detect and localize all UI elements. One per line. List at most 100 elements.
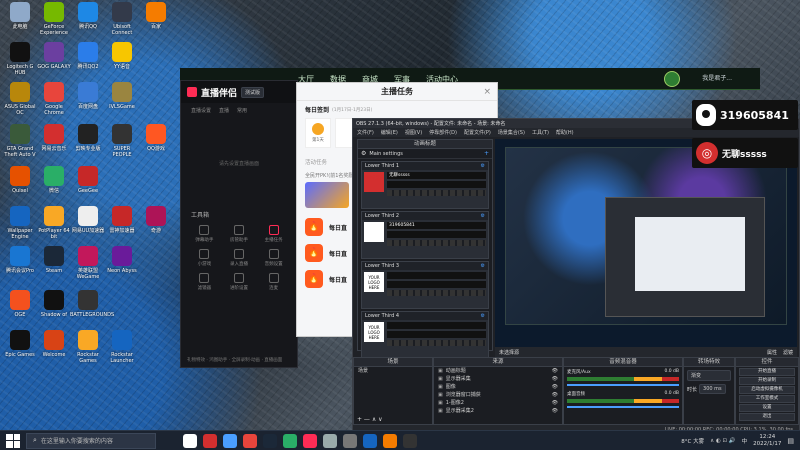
control-button[interactable]: 退出 <box>739 413 795 421</box>
desktop-icon[interactable]: 百家 <box>138 2 174 30</box>
desktop-icon[interactable]: 网易云音乐 <box>36 124 72 152</box>
volume-slider[interactable] <box>567 406 679 408</box>
input-language[interactable]: 中 <box>742 437 748 445</box>
duration-input[interactable]: 300 ms <box>699 384 726 394</box>
desktop-icon[interactable]: Welcome <box>36 330 72 358</box>
desktop-icon[interactable]: 英雄联盟WeGame <box>70 246 106 280</box>
source-item[interactable]: ▣ 动画标题 👁 <box>434 367 562 375</box>
tool-item[interactable]: 滤镜器 <box>187 273 222 291</box>
lower-third-controls[interactable] <box>387 340 486 346</box>
desktop-icon[interactable]: IVLSGame <box>104 82 140 110</box>
taskbar-app-icon[interactable] <box>283 433 297 448</box>
taskbar-app-icon[interactable] <box>263 433 277 448</box>
desktop-icon[interactable]: SUPER PEOPLE <box>104 124 140 158</box>
taskbar-app-icon[interactable] <box>363 433 377 448</box>
gear-icon[interactable]: ⚙ <box>481 313 485 319</box>
notification-icon[interactable]: ▤ <box>787 437 794 445</box>
desktop-icon[interactable]: Google Chrome <box>36 82 72 116</box>
tool-item[interactable]: 主播任务 <box>256 225 291 243</box>
weather[interactable]: 8°C 大雾 <box>681 437 704 445</box>
taskbar-app-icon[interactable] <box>323 433 337 448</box>
desktop-icon[interactable]: BATTLEGROUNDS <box>70 290 114 318</box>
control-button[interactable]: 开始直播 <box>739 368 795 376</box>
scenes-toolbar[interactable]: + — ∧ ∨ <box>357 416 383 423</box>
tool-item[interactable]: 连麦 <box>256 273 291 291</box>
desktop-icon[interactable]: OGE <box>2 290 38 318</box>
tool-item[interactable]: 音频设置 <box>256 249 291 267</box>
source-item[interactable]: ▣ 图像 👁 <box>434 383 562 391</box>
event-banner[interactable] <box>305 182 349 208</box>
lower-third-header[interactable]: Lower Third 2 ⚙ <box>362 212 488 220</box>
desktop-icon[interactable]: Rockstar Games <box>70 330 106 364</box>
lower-third-subtext-input[interactable] <box>387 281 486 288</box>
lower-third-text-input[interactable]: 无聊sssss <box>387 172 486 179</box>
user-avatar[interactable] <box>664 71 680 87</box>
desktop-icon[interactable]: 腾讯会议Pro <box>2 246 38 274</box>
eye-icon[interactable]: 👁 <box>552 367 562 375</box>
desktop-icon[interactable]: GeForce Experience <box>36 2 72 36</box>
desktop-icon[interactable]: 此电脑 <box>2 2 38 30</box>
settings-gear-icon[interactable]: ⚙ <box>361 150 366 157</box>
main-settings[interactable]: Main settings <box>369 151 402 157</box>
desktop-icon[interactable]: 雷神加速器 <box>104 206 140 234</box>
desktop-icon[interactable]: Wallpaper Engine <box>2 206 38 240</box>
eye-icon[interactable]: 👁 <box>552 407 562 415</box>
control-button[interactable]: 工作室模式 <box>739 395 795 403</box>
desktop-icon[interactable]: Logitech G HUB <box>2 42 38 76</box>
obs-menu-item[interactable]: 工具(T) <box>532 129 549 136</box>
day-card[interactable]: 第1天 <box>305 118 331 148</box>
taskbar-app-icon[interactable] <box>383 433 397 448</box>
desktop-icon[interactable]: PotPlayer 64 bit <box>36 206 72 240</box>
desktop-icon[interactable]: GeeGee <box>70 166 106 194</box>
source-item[interactable]: ▣ 显示器采集2 👁 <box>434 407 562 415</box>
desktop-icon[interactable]: 腾讯QQ2 <box>70 42 106 70</box>
obs-menu-item[interactable]: 配置文件(P) <box>464 129 491 136</box>
start-icon[interactable] <box>6 433 20 448</box>
taskbar-app-icon[interactable] <box>183 433 197 448</box>
lower-third-text-input[interactable] <box>387 272 486 279</box>
lower-third-controls[interactable] <box>387 190 486 196</box>
lower-third-text-input[interactable]: 319605841 <box>387 222 486 229</box>
obs-menu-item[interactable]: 场景集合(S) <box>498 129 525 136</box>
desktop-icon[interactable]: 剪映专业版 <box>70 124 106 152</box>
desktop-icon[interactable]: QQ游戏 <box>138 124 174 152</box>
tool-item[interactable]: 小游戏 <box>187 249 222 267</box>
lower-third-subtext-input[interactable] <box>387 231 486 238</box>
desktop-icon[interactable]: GOG GALAXY <box>36 42 72 70</box>
obs-menu-item[interactable]: 编辑(E) <box>381 129 398 136</box>
gear-icon[interactable]: ⚙ <box>481 263 485 269</box>
live-tab[interactable]: 直播 <box>219 107 229 114</box>
source-item[interactable]: ▣ 浏览器窗口捕获 👁 <box>434 391 562 399</box>
close-icon[interactable]: × <box>483 87 491 97</box>
taskbar-app-icon[interactable] <box>243 433 257 448</box>
desktop-icon[interactable]: Epic Games <box>2 330 38 358</box>
taskbar-app-icon[interactable] <box>303 433 317 448</box>
obs-menu-item[interactable]: 视图(V) <box>405 129 422 136</box>
clock-time[interactable]: 12:24 <box>753 434 781 441</box>
lower-third-header[interactable]: Lower Third 1 ⚙ <box>362 162 488 170</box>
source-item[interactable]: ▣ 显示器采集 👁 <box>434 375 562 383</box>
desktop-icon[interactable]: Ubisoft Connect <box>104 2 140 36</box>
tool-item[interactable]: 房管助手 <box>222 225 257 243</box>
desktop-icon[interactable]: 微信 <box>36 166 72 194</box>
live-tab[interactable]: 直播设置 <box>191 107 211 114</box>
desktop-icon[interactable]: 百度网盘 <box>70 82 106 110</box>
tool-item[interactable]: 录入直播 <box>222 249 257 267</box>
desktop-icon[interactable]: 奇游 <box>138 206 174 234</box>
lower-third-logo[interactable]: YOUR LOGO HERE <box>364 272 384 292</box>
lower-third-header[interactable]: Lower Third 4 ⚙ <box>362 312 488 320</box>
obs-menu-item[interactable]: 文件(F) <box>357 129 374 136</box>
taskbar-search[interactable]: ⌕ 在这里输入你要搜索的内容 <box>26 432 156 449</box>
taskbar-app-icon[interactable] <box>223 433 237 448</box>
eye-icon[interactable]: 👁 <box>552 375 562 383</box>
lower-third-logo[interactable]: YOUR LOGO HERE <box>364 322 384 342</box>
lower-third-controls[interactable] <box>387 290 486 296</box>
lower-third-controls[interactable] <box>387 240 486 246</box>
lower-third-logo[interactable]: QQ <box>364 222 384 242</box>
desktop-icon[interactable]: Shadow of <box>36 290 72 318</box>
gear-icon[interactable]: ⚙ <box>481 213 485 219</box>
taskbar-app-icon[interactable] <box>343 433 357 448</box>
gear-icon[interactable]: ⚙ <box>481 163 485 169</box>
control-button[interactable]: 开始录制 <box>739 377 795 385</box>
lower-third-logo[interactable]: 网易云音乐 <box>364 172 384 192</box>
